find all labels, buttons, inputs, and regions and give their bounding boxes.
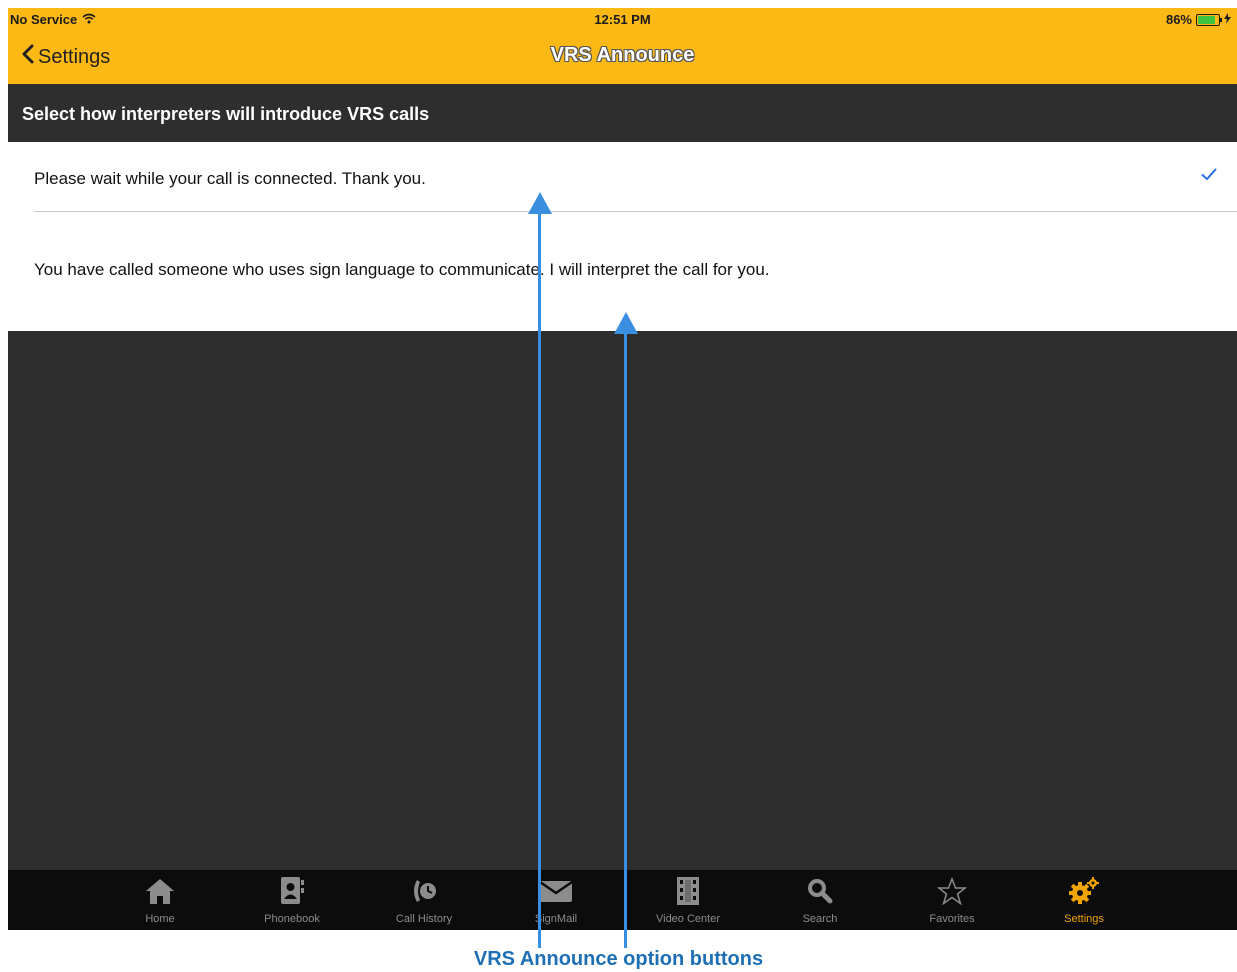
call-history-icon	[374, 876, 474, 906]
tab-signmail[interactable]: SignMail	[506, 870, 606, 930]
signmail-icon	[506, 876, 606, 906]
callout-arrow-line-2	[624, 334, 627, 948]
callout-arrow-head-2	[614, 312, 638, 334]
battery-icon	[1196, 13, 1222, 26]
section-header-text: Select how interpreters will introduce V…	[22, 104, 430, 124]
phonebook-icon	[242, 876, 342, 906]
page-title: VRS Announce	[550, 44, 695, 66]
charging-bolt-icon	[1224, 12, 1231, 27]
tab-video-center[interactable]: Video Center	[638, 870, 738, 930]
tab-label: Settings	[1064, 913, 1104, 925]
callout-arrow-head-1	[528, 192, 552, 214]
tab-label: Video Center	[655, 913, 720, 925]
settings-gear-icon	[1034, 876, 1134, 906]
annotation-caption: VRS Announce option buttons	[473, 948, 764, 970]
option-label: Please wait while your call is connected…	[34, 169, 426, 188]
tab-label: Home	[145, 913, 175, 925]
tab-search[interactable]: Search	[770, 870, 870, 930]
search-icon	[770, 876, 870, 906]
favorites-star-icon	[902, 876, 1002, 906]
callout-arrow-line-1	[538, 214, 541, 948]
video-center-icon	[638, 876, 738, 906]
section-header: Select how interpreters will introduce V…	[8, 84, 1237, 142]
tab-home[interactable]: Home	[110, 870, 210, 930]
tab-phonebook[interactable]: Phonebook	[242, 870, 342, 930]
tab-bar: Home Phonebook Call History SignMail Vid…	[8, 870, 1237, 930]
app-screen: No Service 12:51 PM 86% Settings VRS Ann…	[8, 8, 1237, 930]
option-label: You have called someone who uses sign la…	[34, 260, 770, 279]
tab-label: Phonebook	[264, 913, 320, 925]
home-icon	[110, 876, 210, 906]
tab-label: Search	[802, 913, 838, 925]
battery-fill	[1198, 15, 1215, 24]
tab-label: Favorites	[929, 913, 975, 925]
battery-percent: 86%	[1165, 12, 1192, 27]
status-bar: No Service 12:51 PM 86%	[8, 8, 1237, 30]
tab-favorites[interactable]: Favorites	[902, 870, 1002, 930]
status-time: 12:51 PM	[594, 12, 651, 27]
tab-settings[interactable]: Settings	[1034, 870, 1134, 930]
option-row-wait[interactable]: Please wait while your call is connected…	[8, 142, 1237, 212]
status-right: 86%	[1166, 12, 1231, 27]
tab-label: SignMail	[534, 913, 578, 925]
tab-label: Call History	[395, 913, 453, 925]
tab-call-history[interactable]: Call History	[374, 870, 474, 930]
options-list: Please wait while your call is connected…	[8, 142, 1237, 331]
checkmark-icon	[1201, 168, 1217, 186]
navigation-bar: Settings VRS Announce	[8, 30, 1237, 84]
